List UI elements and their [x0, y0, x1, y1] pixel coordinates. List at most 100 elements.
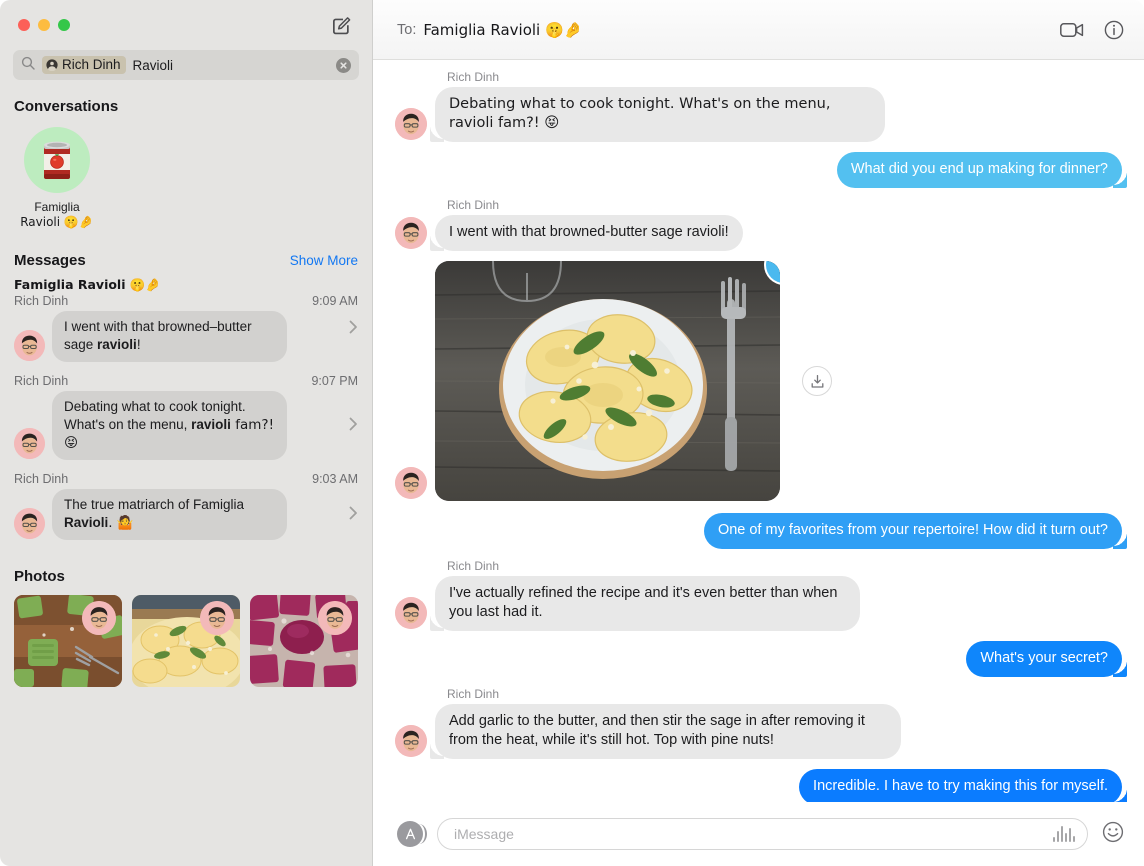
avatar — [395, 597, 427, 629]
avatar — [395, 217, 427, 249]
message-sender: Rich Dinh — [447, 559, 500, 573]
clear-icon[interactable] — [336, 57, 351, 73]
avatar — [14, 428, 45, 459]
inbound-message: Rich Dinh I went with that browned-butte… — [395, 198, 743, 251]
photos-heading: Photos — [14, 568, 65, 585]
conversation-name-line1: Famiglia — [34, 200, 80, 214]
conversation-avatar — [24, 127, 90, 193]
avatar — [82, 601, 116, 635]
search-field[interactable]: Rich Dinh Ravioli — [13, 50, 359, 80]
search-bar[interactable]: Rich Dinh Ravioli — [0, 50, 372, 80]
message-bubble[interactable]: Add garlic to the butter, and then stir … — [430, 704, 901, 759]
avatar — [200, 601, 234, 635]
result-text-match: Ravioli — [64, 515, 109, 530]
message-result-item[interactable]: Famiglia Ravioli 🤫🤌 Rich Dinh 9:09 AM I … — [0, 277, 372, 366]
photo-thumbnail[interactable] — [14, 595, 122, 687]
photo-thumbnail[interactable] — [132, 595, 240, 687]
app-store-icon[interactable] — [397, 821, 427, 847]
result-text-post: ! — [136, 337, 141, 352]
conversation-card-famiglia-ravioli[interactable]: Famiglia Ravioli 🤫🤌 — [14, 127, 100, 230]
result-time: 9:03 AM — [312, 472, 358, 486]
inbound-column: Rich Dinh I've actually refined the reci… — [430, 559, 860, 631]
close-button[interactable] — [18, 19, 30, 31]
inbound-message: Rich Dinh Add garlic to the butter, and … — [395, 687, 901, 759]
result-sender: Rich Dinh — [14, 294, 69, 308]
result-time: 9:09 AM — [312, 294, 358, 308]
message-bubble[interactable]: Incredible. I have to try making this fo… — [799, 769, 1127, 802]
inbound-column: Rich Dinh Debating what to cook tonight.… — [430, 70, 885, 142]
message-row: Rich Dinh I went with that browned-butte… — [395, 198, 1122, 251]
recipient-name[interactable]: Famiglia Ravioli 🤫🤌 — [423, 21, 582, 39]
result-meta-row: Rich Dinh 9:07 PM — [14, 374, 358, 388]
message-row: What's your secret? — [395, 641, 1127, 677]
inbound-message: Rich Dinh I've actually refined the reci… — [395, 559, 860, 631]
inbound-column: Rich Dinh Add garlic to the butter, and … — [430, 687, 901, 759]
result-text-pre: The true matriarch of Famiglia — [64, 497, 245, 512]
message-input[interactable]: iMessage — [437, 818, 1088, 850]
chevron-right-icon[interactable] — [349, 506, 358, 525]
message-result-item[interactable]: Rich Dinh 9:03 AM The true matriarch of … — [0, 472, 372, 544]
result-text: I went with that browned–butter sage rav… — [52, 311, 287, 362]
info-circle-icon[interactable] — [1104, 20, 1124, 40]
avatar — [14, 330, 45, 361]
message-bubble[interactable]: What's your secret? — [966, 641, 1127, 677]
message-row: Rich Dinh I've actually refined the reci… — [395, 559, 1122, 631]
message-row: One of my favorites from your repertoire… — [395, 513, 1128, 549]
message-input-placeholder: iMessage — [454, 826, 514, 842]
conversations-heading: Conversations — [14, 98, 119, 115]
conversation-name-line2: Ravioli 🤫🤌 — [20, 215, 94, 229]
avatar — [395, 467, 427, 499]
message-image[interactable] — [435, 261, 780, 501]
message-composer: iMessage — [373, 802, 1144, 866]
message-bubble[interactable]: Debating what to cook tonight. What's on… — [430, 87, 885, 142]
message-bubble[interactable]: I've actually refined the recipe and it'… — [430, 576, 860, 631]
messages-app-window: Rich Dinh Ravioli Conversations Famiglia… — [0, 0, 1144, 866]
result-body-row: The true matriarch of Famiglia Ravioli. … — [14, 489, 358, 540]
result-group-title: Famiglia Ravioli 🤫🤌 — [14, 277, 161, 292]
compose-icon[interactable] — [330, 15, 352, 37]
message-sender: Rich Dinh — [447, 70, 500, 84]
traffic-lights — [18, 19, 70, 31]
messages-heading-row: Messages Show More — [0, 230, 372, 277]
result-text-match: ravioli — [191, 417, 231, 432]
tomato-can-icon — [44, 141, 70, 179]
message-sender: Rich Dinh — [447, 687, 500, 701]
inbound-column: Rich Dinh I went with that browned-butte… — [430, 198, 743, 251]
result-meta-row: Rich Dinh 9:03 AM — [14, 472, 358, 486]
search-icon — [21, 56, 35, 75]
emoji-smiley-icon[interactable] — [1102, 821, 1124, 848]
result-sender: Rich Dinh — [14, 472, 69, 486]
result-body-row: Debating what to cook tonight. What's on… — [14, 391, 358, 460]
message-bubble[interactable]: I went with that browned-butter sage rav… — [430, 215, 743, 251]
result-text-match: ravioli — [97, 337, 137, 352]
conversation-name: Famiglia Ravioli 🤫🤌 — [14, 200, 100, 230]
avatar — [318, 601, 352, 635]
sidebar: Rich Dinh Ravioli Conversations Famiglia… — [0, 0, 372, 866]
show-more-button[interactable]: Show More — [290, 253, 358, 268]
result-text-pre: I went with that browned–butter sage — [64, 319, 252, 352]
message-result-item[interactable]: Rich Dinh 9:07 PM Debating what to cook … — [0, 374, 372, 464]
chevron-right-icon[interactable] — [349, 417, 358, 436]
chevron-right-icon[interactable] — [349, 320, 358, 339]
result-text: The true matriarch of Famiglia Ravioli. … — [52, 489, 287, 540]
video-camera-icon[interactable] — [1060, 22, 1084, 38]
photos-grid — [0, 589, 372, 687]
photo-thumbnail[interactable] — [250, 595, 358, 687]
message-row: Rich Dinh Debating what to cook tonight.… — [395, 70, 1122, 142]
search-token-person[interactable]: Rich Dinh — [42, 56, 126, 74]
save-download-icon[interactable] — [802, 366, 832, 396]
inbound-message: Rich Dinh Debating what to cook tonight.… — [395, 70, 885, 142]
conversation-header: To: Famiglia Ravioli 🤫🤌 — [373, 0, 1144, 60]
message-bubble[interactable]: One of my favorites from your repertoire… — [703, 513, 1128, 549]
message-bubble[interactable]: What did you end up making for dinner? — [836, 152, 1128, 188]
audio-waveform-icon[interactable] — [1053, 826, 1075, 842]
result-meta-row: Rich Dinh 9:09 AM — [14, 294, 358, 308]
message-thread: Rich Dinh Debating what to cook tonight.… — [373, 60, 1144, 802]
inbound-image-message — [395, 261, 832, 501]
message-row — [395, 261, 1122, 501]
maximize-button[interactable] — [58, 19, 70, 31]
messages-heading: Messages — [14, 252, 86, 269]
search-input-value[interactable]: Ravioli — [133, 58, 174, 73]
conversation-pane: To: Famiglia Ravioli 🤫🤌 Rich Dinh Debati… — [372, 0, 1144, 866]
minimize-button[interactable] — [38, 19, 50, 31]
